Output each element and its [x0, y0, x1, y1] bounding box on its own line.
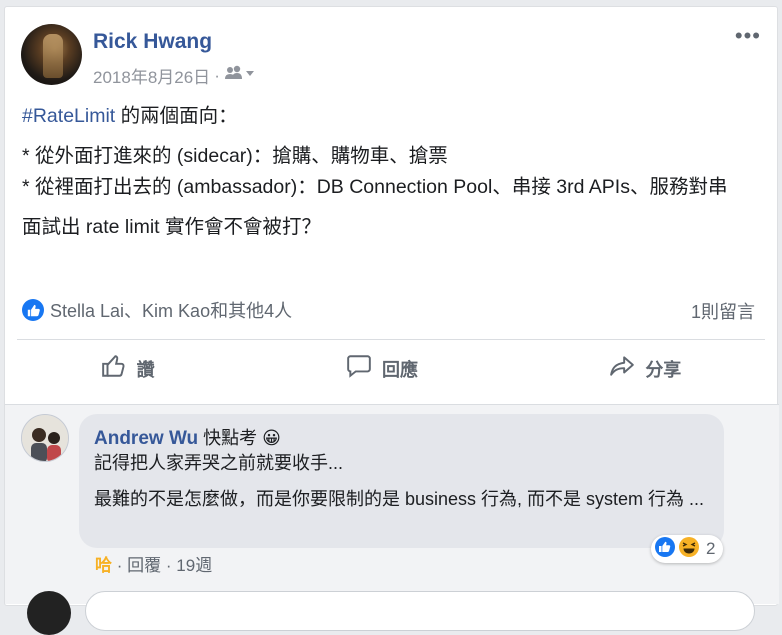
reactions-summary[interactable]: Stella Lai、Kim Kao和其他4人: [22, 297, 292, 323]
haha-reaction-icon: [678, 536, 700, 563]
comments-section: Andrew Wu 快點考 😀 記得把人家弄哭之前就要收手... 最難的不是怎麼…: [5, 404, 779, 635]
commenter-name[interactable]: Andrew Wu: [94, 428, 198, 449]
like-label: 讚: [136, 359, 155, 380]
post-line-4: 面試出 rate limit 實作會不會被打？: [22, 216, 322, 238]
post-line-2-3: * 從外面打進來的 (sidecar)：搶購、購物車、搶票 * 從裡面打出去的 …: [22, 141, 762, 203]
comment-time[interactable]: 19週: [176, 556, 212, 575]
post-actions: 讚 回應 分享: [5, 347, 777, 390]
post-line-1: #RateLimit 的兩個面向：: [22, 105, 238, 127]
write-comment-input[interactable]: [85, 591, 755, 631]
share-button[interactable]: 分享: [589, 347, 701, 390]
haha-link[interactable]: 哈: [95, 556, 112, 575]
comment-header: Andrew Wu 快點考 😀: [94, 426, 709, 451]
like-reaction-icon: [22, 299, 44, 321]
more-options-icon[interactable]: •••: [735, 23, 761, 49]
reactions-names[interactable]: Stella Lai、Kim Kao和其他4人: [50, 297, 292, 323]
comment-line-2: 最難的不是怎麼做，而是你要限制的是 business 行為, 而不是 syste…: [94, 489, 705, 509]
post-meta: 2018年8月26日 ·: [93, 63, 256, 88]
comment-label: 回應: [381, 359, 418, 380]
reply-link[interactable]: 回覆: [127, 556, 161, 575]
audience-icon[interactable]: [224, 65, 256, 86]
current-user-avatar: [27, 591, 71, 635]
post-card: Rick Hwang 2018年8月26日 · ••• #RateLimit 的…: [4, 6, 779, 635]
comment-reactions[interactable]: 2: [651, 535, 724, 563]
post-body: #RateLimit 的兩個面向： * 從外面打進來的 (sidecar)：搶購…: [22, 101, 762, 252]
meta-separator: ·: [214, 65, 220, 85]
author-avatar[interactable]: [21, 24, 82, 85]
share-arrow-icon: [609, 353, 635, 384]
comment-reaction-count: 2: [706, 539, 716, 558]
speech-bubble-icon: [346, 353, 372, 384]
post-line-2: * 從外面打進來的 (sidecar)：搶購、購物車、搶票: [22, 145, 448, 167]
author-name[interactable]: Rick Hwang: [93, 30, 212, 54]
post-line-3: * 從裡面打出去的 (ambassador)：DB Connection Poo…: [22, 176, 728, 198]
post-date[interactable]: 2018年8月26日: [93, 63, 210, 88]
thumbs-up-icon: [101, 353, 127, 384]
like-reaction-icon: [654, 536, 676, 563]
commenter-avatar[interactable]: [21, 414, 69, 462]
hashtag-link[interactable]: #RateLimit: [22, 105, 115, 127]
like-button[interactable]: 讚: [81, 347, 175, 390]
comment-bubble: Andrew Wu 快點考 😀 記得把人家弄哭之前就要收手... 最難的不是怎麼…: [79, 414, 724, 548]
comment-line-1: 記得把人家弄哭之前就要收手...: [94, 453, 344, 473]
divider: [17, 339, 765, 340]
share-label: 分享: [645, 359, 682, 380]
commenter-status: 快點考 😀: [198, 428, 281, 448]
comment-actions: 哈 · 回覆 · 19週: [95, 556, 213, 575]
comments-count[interactable]: 1則留言: [691, 298, 755, 324]
comment-button[interactable]: 回應: [326, 347, 438, 390]
